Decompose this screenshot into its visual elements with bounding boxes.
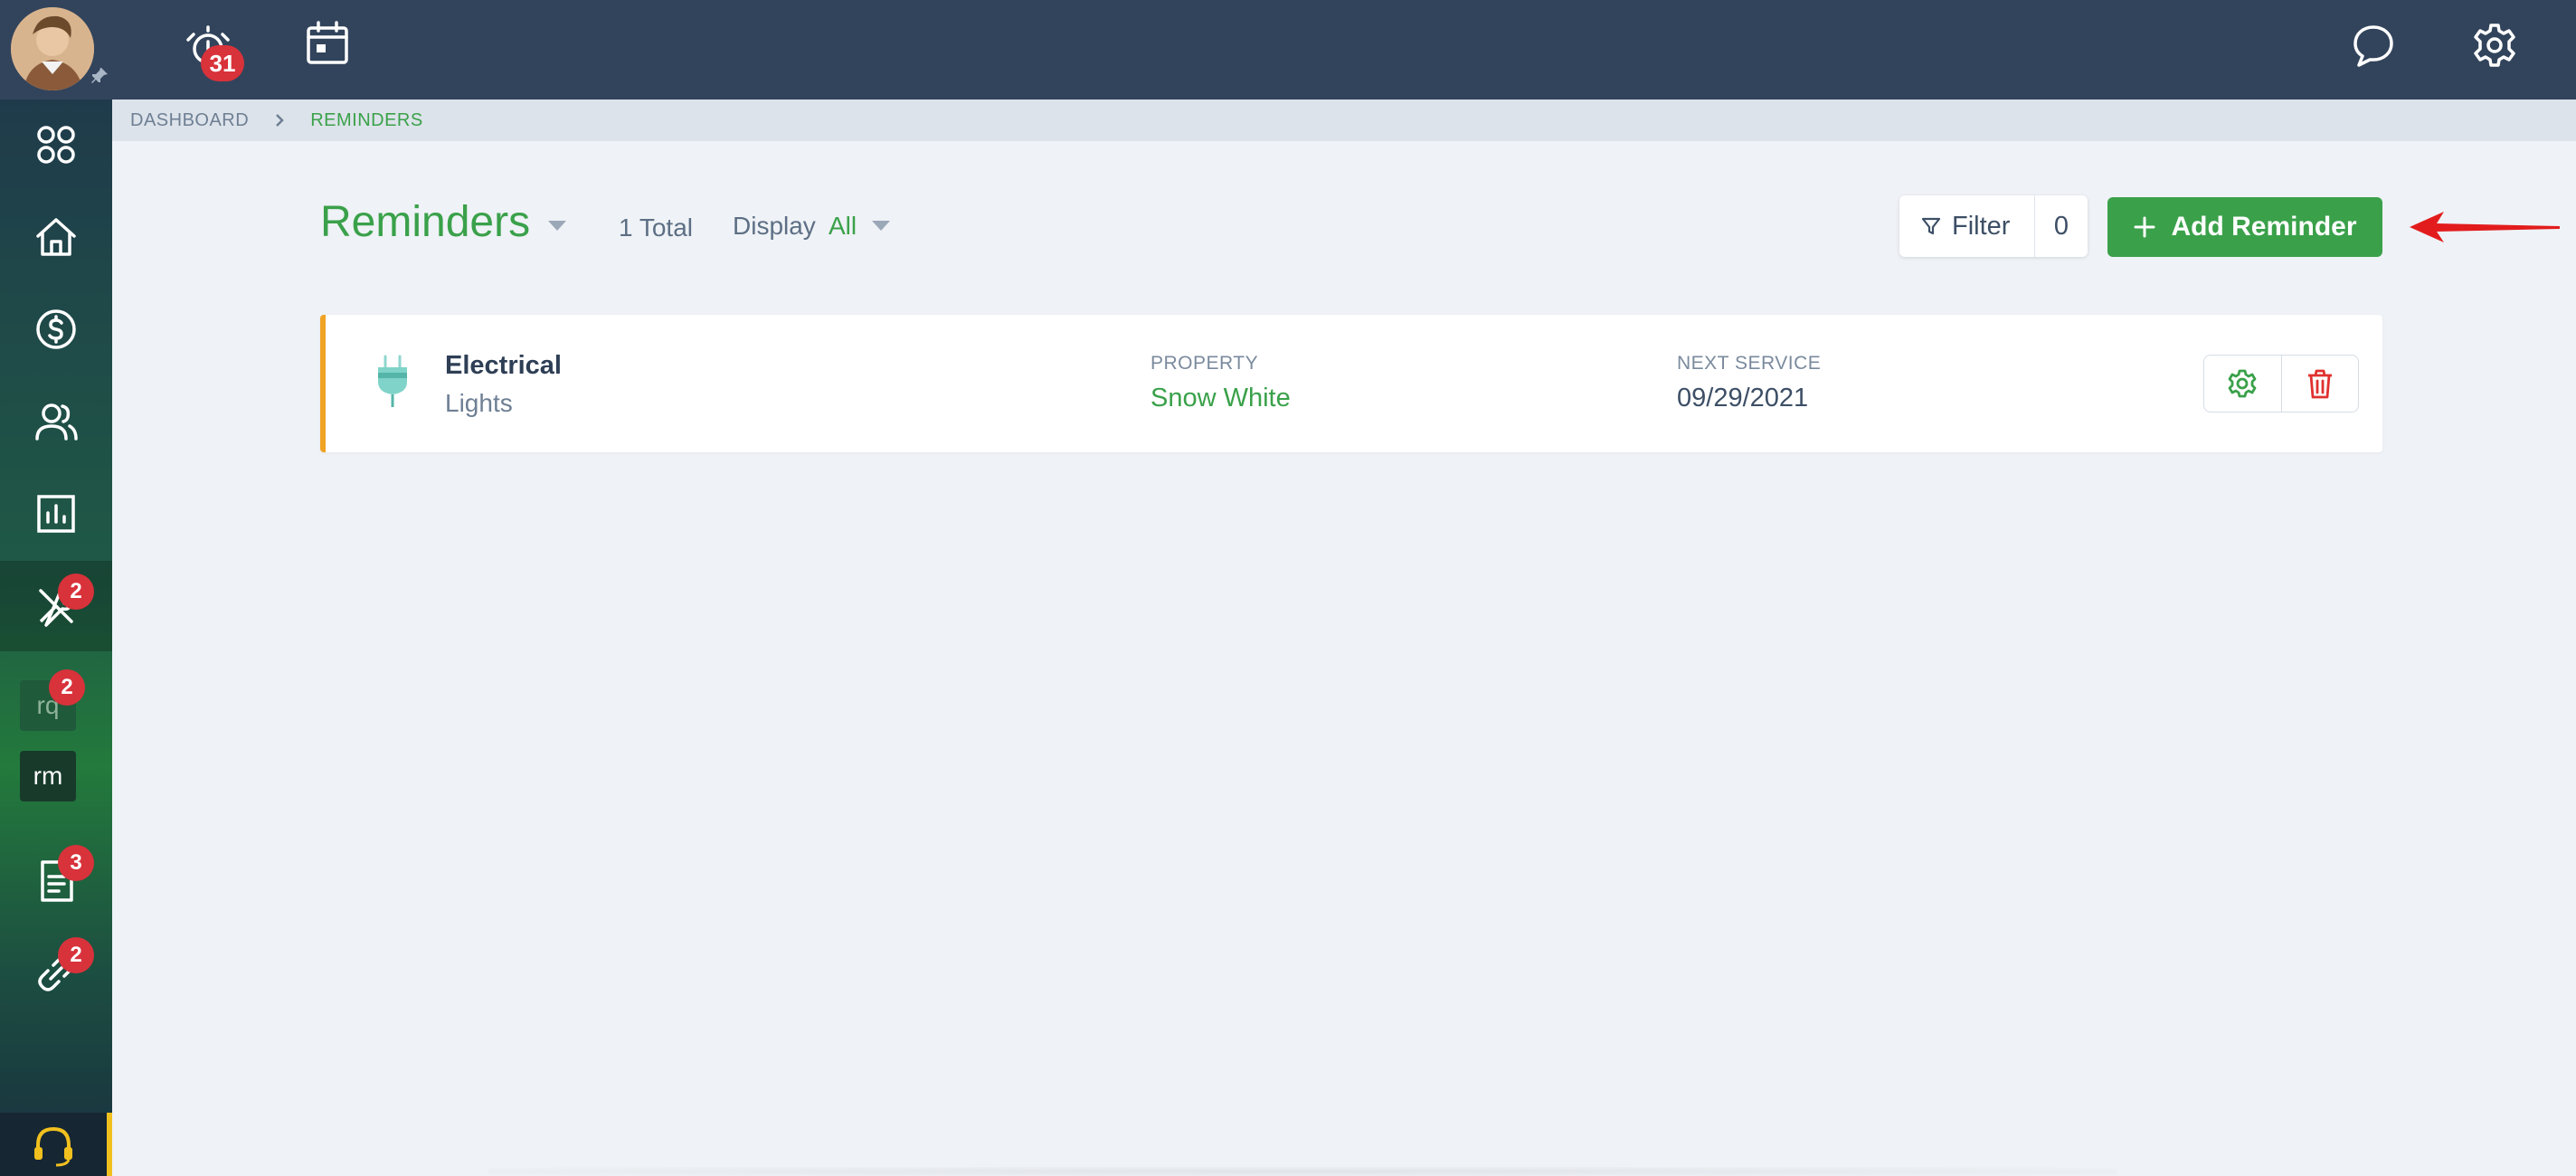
chevron-right-icon bbox=[276, 114, 284, 127]
alarm-badge: 31 bbox=[201, 45, 244, 81]
edit-reminder-button[interactable] bbox=[2204, 356, 2281, 412]
reminder-subcategory: Lights bbox=[445, 389, 513, 417]
add-reminder-label: Add Reminder bbox=[2171, 212, 2357, 242]
breadcrumb: DASHBOARD REMINDERS bbox=[112, 100, 2576, 141]
sidebar-item-maintenance[interactable]: 2 bbox=[0, 561, 112, 651]
sidebar-item-documents[interactable]: 3 bbox=[0, 836, 112, 926]
total-count: 1 Total bbox=[619, 213, 693, 242]
user-avatar[interactable] bbox=[11, 7, 94, 90]
sidebar-item-home[interactable] bbox=[0, 192, 112, 282]
sidebar-badge-rq: 2 bbox=[49, 669, 85, 706]
delete-reminder-button[interactable] bbox=[2280, 356, 2359, 412]
display-label: Display bbox=[733, 212, 816, 240]
reports-icon bbox=[37, 495, 75, 533]
trash-icon bbox=[2307, 369, 2332, 399]
filter-count: 0 bbox=[2053, 211, 2069, 241]
sidebar-item-finance[interactable] bbox=[0, 284, 112, 375]
sidebar-item-links[interactable]: 2 bbox=[0, 928, 112, 1019]
chat-icon[interactable] bbox=[2350, 22, 2397, 69]
display-select[interactable]: All bbox=[829, 212, 857, 241]
filter-funnel-icon bbox=[1921, 217, 1941, 235]
property-label: PROPERTY bbox=[1151, 353, 1259, 374]
next-service-date: 09/29/2021 bbox=[1677, 384, 1809, 413]
apps-grid-icon bbox=[37, 126, 75, 164]
page-bottom-shadow bbox=[488, 1167, 2117, 1176]
support-headset-icon bbox=[34, 1126, 72, 1167]
filter-label: Filter bbox=[1952, 211, 2011, 241]
sidebar-item-apps[interactable] bbox=[0, 100, 112, 190]
plus-icon bbox=[2134, 216, 2155, 238]
breadcrumb-reminders: REMINDERS bbox=[310, 109, 423, 130]
sidebar: 2 rq 2 rm 3 2 bbox=[0, 100, 112, 1176]
sidebar-badge-maintenance: 2 bbox=[58, 574, 94, 610]
home-icon bbox=[36, 218, 76, 256]
sidebar-item-people[interactable] bbox=[0, 376, 112, 467]
electrical-plug-icon bbox=[378, 355, 407, 407]
reminder-actions bbox=[2203, 355, 2359, 413]
annotation-arrow-icon bbox=[2410, 212, 2560, 242]
display-dropdown-caret-icon[interactable] bbox=[872, 221, 890, 232]
alarm-button[interactable]: 31 bbox=[181, 22, 244, 81]
people-icon bbox=[35, 403, 78, 441]
dollar-icon bbox=[36, 309, 76, 349]
sidebar-badge-documents: 3 bbox=[58, 845, 94, 881]
settings-gear-icon[interactable] bbox=[2471, 22, 2518, 69]
top-bar: 31 bbox=[0, 0, 2576, 100]
support-button[interactable] bbox=[0, 1113, 112, 1176]
calendar-icon[interactable] bbox=[304, 20, 351, 67]
next-service-label: NEXT SERVICE bbox=[1677, 353, 1822, 374]
add-reminder-button[interactable]: Add Reminder bbox=[2107, 197, 2382, 257]
title-dropdown-caret-icon[interactable] bbox=[548, 221, 566, 232]
filter-left: Filter bbox=[1899, 195, 2035, 257]
reminder-category[interactable]: Electrical bbox=[445, 351, 562, 381]
filter-button[interactable]: Filter 0 bbox=[1899, 195, 2088, 257]
reminder-card[interactable]: Electrical Lights PROPERTY Snow White NE… bbox=[320, 315, 2382, 452]
avatar-image bbox=[11, 7, 94, 90]
property-link[interactable]: Snow White bbox=[1151, 384, 1291, 413]
sidebar-item-reports[interactable] bbox=[0, 469, 112, 559]
sidebar-badge-links: 2 bbox=[58, 937, 94, 973]
page-title[interactable]: Reminders bbox=[320, 197, 530, 247]
pin-icon[interactable] bbox=[89, 65, 110, 87]
breadcrumb-dashboard[interactable]: DASHBOARD bbox=[130, 110, 249, 131]
sidebar-item-rm[interactable]: rm bbox=[20, 751, 76, 801]
gear-icon bbox=[2228, 369, 2257, 398]
